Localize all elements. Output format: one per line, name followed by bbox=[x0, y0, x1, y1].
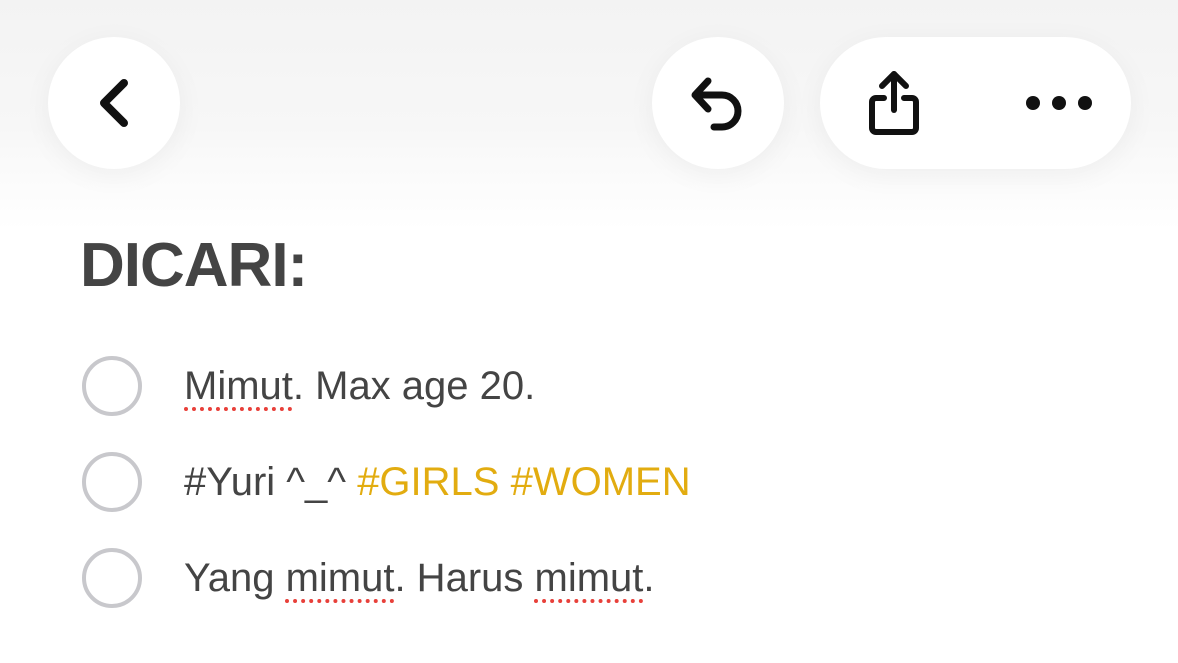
more-button[interactable] bbox=[1015, 59, 1103, 147]
chevron-left-icon bbox=[100, 79, 128, 127]
checklist: Mimut. Max age 20. #Yuri ^_^ #GIRLS #WOM… bbox=[80, 338, 691, 626]
checklist-item-text[interactable]: Mimut. Max age 20. bbox=[184, 356, 535, 416]
notes-page: DICARI: Mimut. Max age 20. #Yuri ^_^ #GI… bbox=[0, 0, 1178, 663]
undo-icon bbox=[691, 77, 742, 131]
checkbox[interactable] bbox=[82, 452, 142, 512]
checkbox[interactable] bbox=[82, 356, 142, 416]
hashtag[interactable]: #GIRLS #WOMEN bbox=[357, 460, 690, 504]
text-run: #Yuri ^_^ bbox=[184, 460, 358, 504]
checklist-item-text[interactable]: Yang mimut. Harus mimut. bbox=[184, 548, 655, 608]
toolbar-actions bbox=[820, 37, 1131, 169]
checklist-item-text[interactable]: #Yuri ^_^ #GIRLS #WOMEN bbox=[184, 452, 691, 512]
misspelled-word: Mimut bbox=[184, 364, 293, 408]
misspelled-word: mimut bbox=[534, 556, 644, 600]
undo-button[interactable] bbox=[652, 37, 784, 169]
text-run: . bbox=[643, 556, 655, 600]
text-run: . Max age 20. bbox=[292, 364, 536, 408]
checkbox[interactable] bbox=[82, 548, 142, 608]
checklist-item: #Yuri ^_^ #GIRLS #WOMEN bbox=[80, 434, 691, 530]
checklist-item: Mimut. Max age 20. bbox=[80, 338, 691, 434]
misspelled-word: mimut bbox=[285, 556, 395, 600]
note-title[interactable]: DICARI: bbox=[80, 228, 308, 304]
text-run: . Harus bbox=[394, 556, 535, 600]
back-button[interactable] bbox=[48, 37, 180, 169]
share-icon bbox=[869, 71, 919, 135]
text-run: Yang bbox=[184, 556, 286, 600]
share-button[interactable] bbox=[850, 59, 938, 147]
ellipsis-icon bbox=[1026, 96, 1092, 110]
checklist-item: Yang mimut. Harus mimut. bbox=[80, 530, 691, 626]
